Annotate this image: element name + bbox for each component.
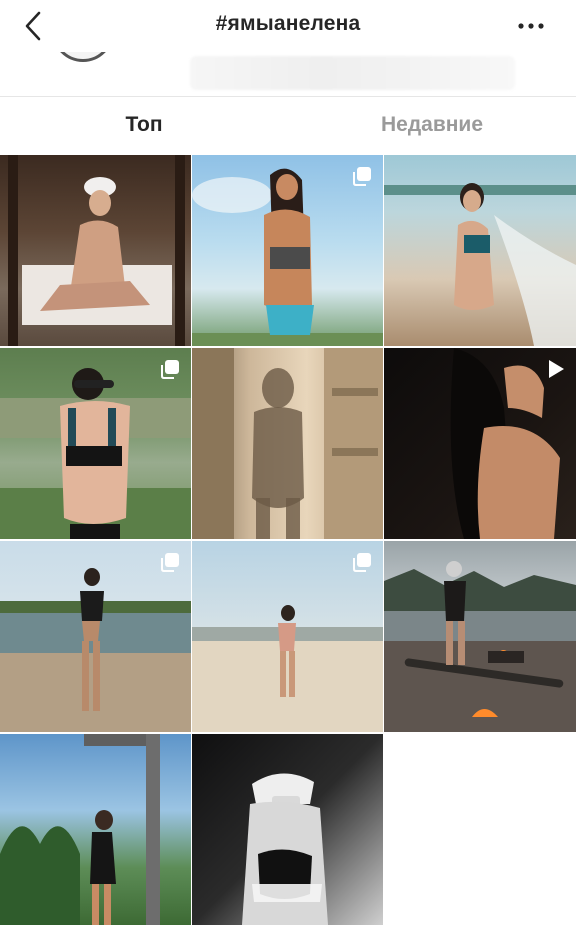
post-image bbox=[8, 155, 185, 346]
video-icon bbox=[549, 360, 564, 378]
tab-recent[interactable]: Недавние bbox=[288, 97, 576, 153]
post-tile[interactable] bbox=[192, 541, 383, 732]
post-image bbox=[384, 183, 576, 346]
empty-grid-cell bbox=[384, 734, 576, 925]
more-horizontal-icon bbox=[518, 23, 544, 29]
carousel-icon bbox=[161, 553, 179, 572]
post-image bbox=[384, 561, 576, 732]
post-tile[interactable] bbox=[384, 155, 576, 346]
carousel-icon bbox=[353, 167, 371, 186]
post-tile[interactable] bbox=[384, 348, 576, 539]
post-tile[interactable] bbox=[0, 541, 191, 732]
blurred-region bbox=[190, 56, 515, 90]
tab-bar: Топ Недавние bbox=[0, 97, 576, 153]
post-tile[interactable] bbox=[192, 348, 383, 539]
hashtag-header-strip bbox=[0, 52, 576, 96]
post-tile[interactable] bbox=[192, 734, 383, 925]
post-grid bbox=[0, 155, 576, 925]
carousel-icon bbox=[353, 553, 371, 572]
post-image bbox=[192, 348, 383, 539]
post-tile[interactable] bbox=[0, 734, 191, 925]
post-image bbox=[242, 773, 328, 925]
post-tile[interactable] bbox=[0, 348, 191, 539]
post-tile[interactable] bbox=[384, 541, 576, 732]
post-tile[interactable] bbox=[192, 155, 383, 346]
post-image bbox=[0, 734, 160, 925]
more-options-button[interactable] bbox=[516, 14, 546, 38]
post-tile[interactable] bbox=[0, 155, 191, 346]
page-title: #ямыанелена bbox=[215, 12, 361, 35]
top-bar: #ямыанелена bbox=[0, 0, 576, 52]
avatar bbox=[52, 52, 114, 62]
tab-top[interactable]: Топ bbox=[0, 97, 288, 153]
carousel-icon bbox=[161, 360, 179, 379]
